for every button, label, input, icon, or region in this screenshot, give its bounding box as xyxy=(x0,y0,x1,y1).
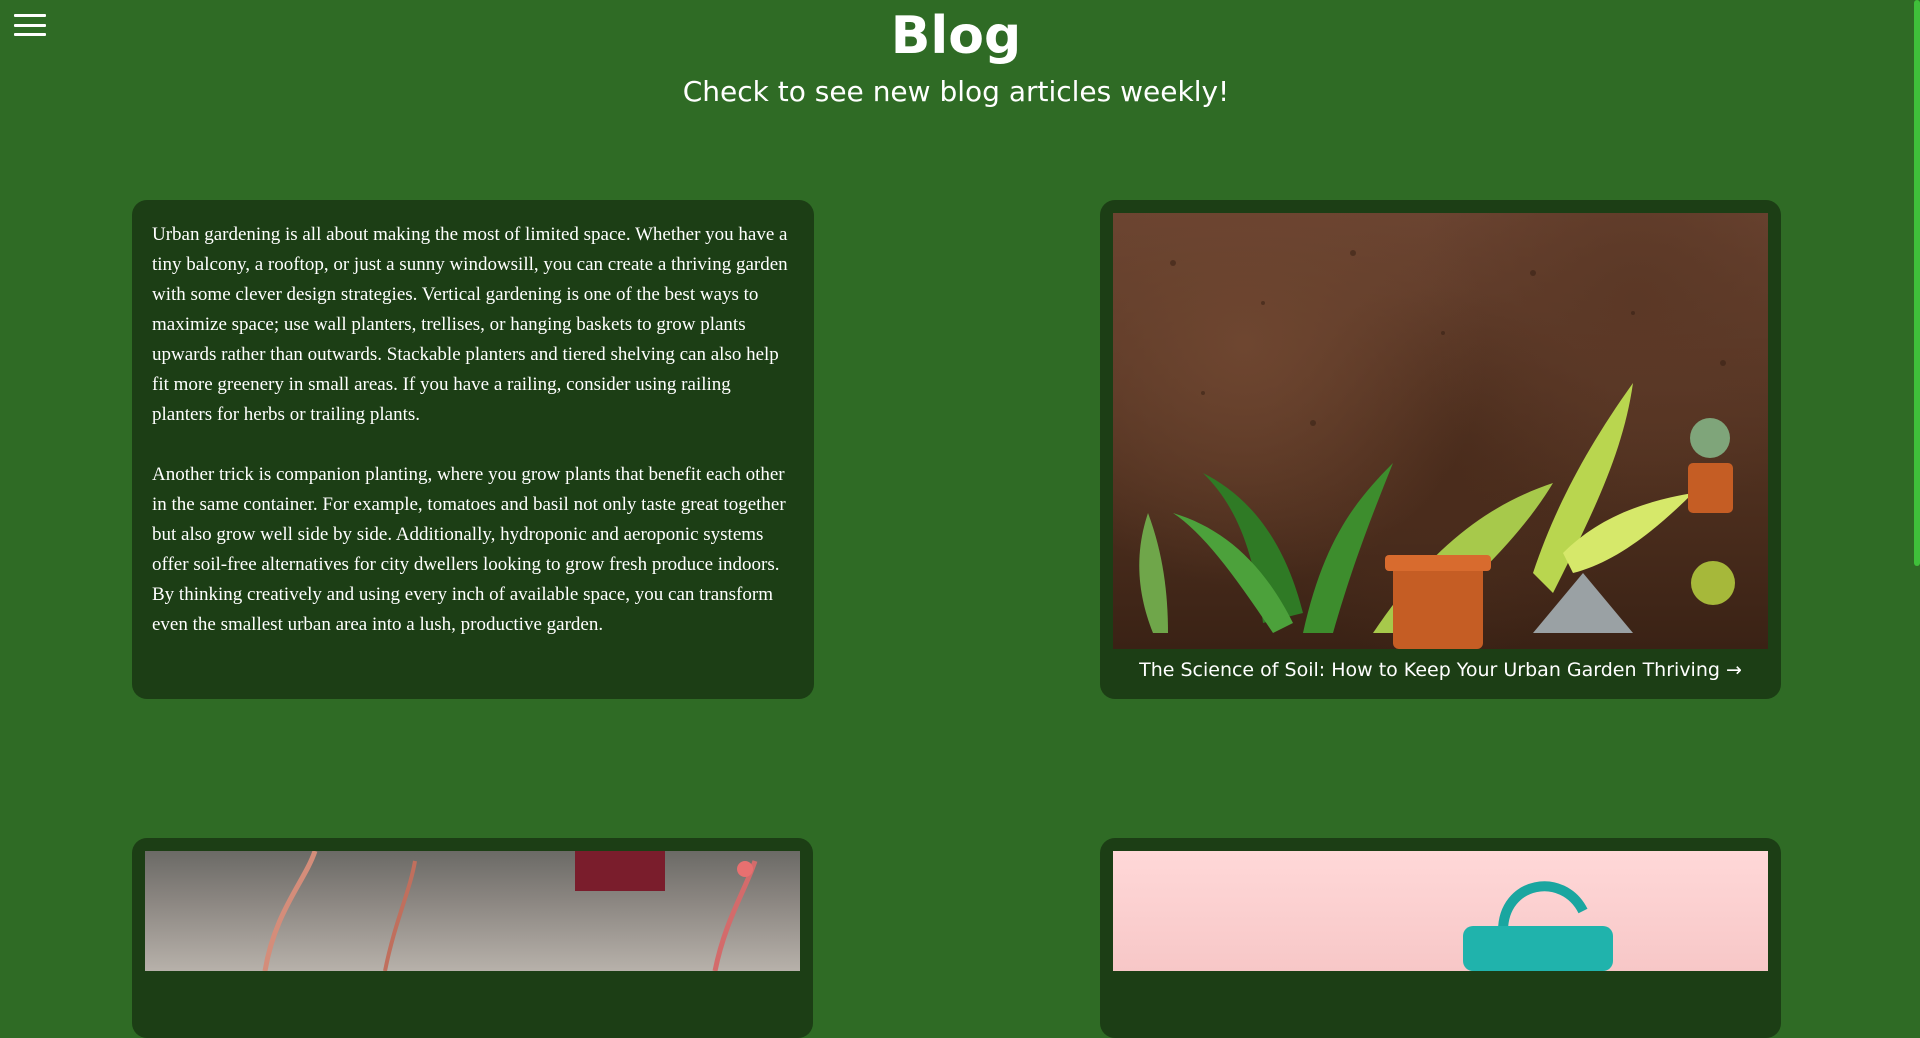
scrollbar-thumb[interactable] xyxy=(1914,0,1920,566)
watering-can-image xyxy=(1113,851,1768,971)
article-card-garden[interactable] xyxy=(132,838,813,1038)
garden-image xyxy=(145,851,800,971)
plants-illustration xyxy=(1139,250,1735,649)
page-title: Blog xyxy=(890,6,1022,66)
watering-can-illustration xyxy=(1463,881,1613,971)
garden-illustration xyxy=(262,851,758,971)
article-paragraph: Another trick is companion planting, whe… xyxy=(152,464,786,635)
article-paragraph: Urban gardening is all about making the … xyxy=(152,224,788,425)
article-card-watering[interactable] xyxy=(1100,838,1781,1038)
article-link[interactable]: The Science of Soil: How to Keep Your Ur… xyxy=(1113,659,1768,681)
article-text-card: Urban gardening is all about making the … xyxy=(132,200,814,699)
article-card-soil[interactable]: The Science of Soil: How to Keep Your Ur… xyxy=(1100,200,1781,699)
scrollbar[interactable] xyxy=(1914,0,1920,919)
page-subtitle: Check to see new blog articles weekly! xyxy=(682,75,1230,108)
soil-plants-image xyxy=(1113,213,1768,649)
